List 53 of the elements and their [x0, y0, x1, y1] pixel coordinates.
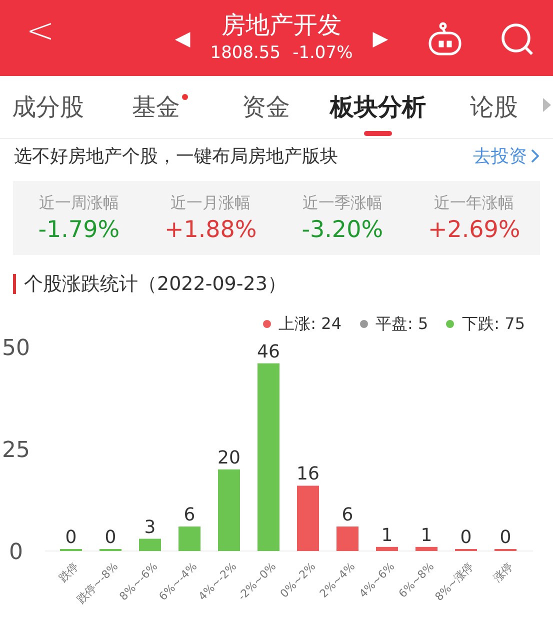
tab[interactable]: 成分股	[12, 76, 84, 138]
tab[interactable]: 基金	[132, 76, 180, 138]
bar-value-label: 20	[218, 447, 240, 468]
section-marker	[13, 274, 16, 294]
stat-value: -3.20%	[302, 216, 384, 245]
bar-value-label: 0	[104, 527, 116, 548]
next-button[interactable]: ▶	[372, 23, 388, 53]
index-change: -1.07%	[292, 42, 353, 66]
search-icon[interactable]	[500, 22, 534, 56]
x-tick-label: 跌停	[56, 560, 82, 585]
index-price: 1808.55	[210, 42, 281, 66]
stat-label: 近一周涨幅	[38, 192, 119, 214]
bar-value-label: 0	[65, 527, 77, 548]
y-tick-label: 50	[2, 337, 30, 361]
bar-value-label: 1	[420, 524, 432, 546]
bar-value-label: 0	[500, 527, 512, 548]
promo-text: 选不好房地产个股，一键布局房地产版块	[14, 144, 338, 168]
chevron-right-icon	[531, 149, 539, 163]
previous-button[interactable]: ◀	[174, 23, 190, 53]
stat-label: 近一月涨幅	[170, 192, 251, 214]
bar-value-label: 6	[342, 504, 354, 526]
stat-value: +1.88%	[164, 216, 257, 245]
bar-value-label: 0	[460, 527, 472, 548]
stat-label: 近一年涨幅	[434, 192, 514, 214]
bar-value-label: 6	[184, 504, 196, 526]
bar	[139, 538, 161, 551]
tab[interactable]: 板块分析	[330, 76, 426, 138]
tab[interactable]: 资金	[242, 76, 290, 138]
bar	[178, 526, 200, 551]
legend-label: 平盘: 5	[376, 313, 428, 335]
y-tick-label: 0	[9, 540, 23, 565]
y-tick-label: 25	[2, 438, 30, 463]
x-tick-label: 涨停	[490, 560, 516, 585]
bar	[297, 486, 319, 551]
bar	[416, 546, 438, 551]
bar-value-label: 1	[381, 524, 393, 546]
bar	[376, 546, 398, 551]
tab[interactable]: 论股	[470, 76, 518, 138]
stat-label: 近一季涨幅	[302, 192, 382, 214]
legend-label: 上涨: 24	[278, 313, 342, 335]
stat-value: +2.69%	[428, 216, 520, 245]
section-title: 个股涨跌统计（2022-09-23）	[24, 272, 286, 297]
bar	[336, 526, 358, 551]
bar-value-label: 3	[144, 516, 156, 538]
scroll-right-icon	[543, 98, 551, 112]
bar-value-label: 46	[257, 341, 280, 362]
stat-value: -1.79%	[38, 216, 120, 245]
robot-icon[interactable]	[428, 22, 462, 56]
back-button[interactable]: <	[26, 14, 54, 48]
tab-indicator	[364, 131, 392, 136]
legend-label: 下跌: 75	[462, 313, 525, 335]
header-title: 房地产开发	[221, 10, 342, 42]
bar-value-label: 16	[296, 464, 320, 485]
